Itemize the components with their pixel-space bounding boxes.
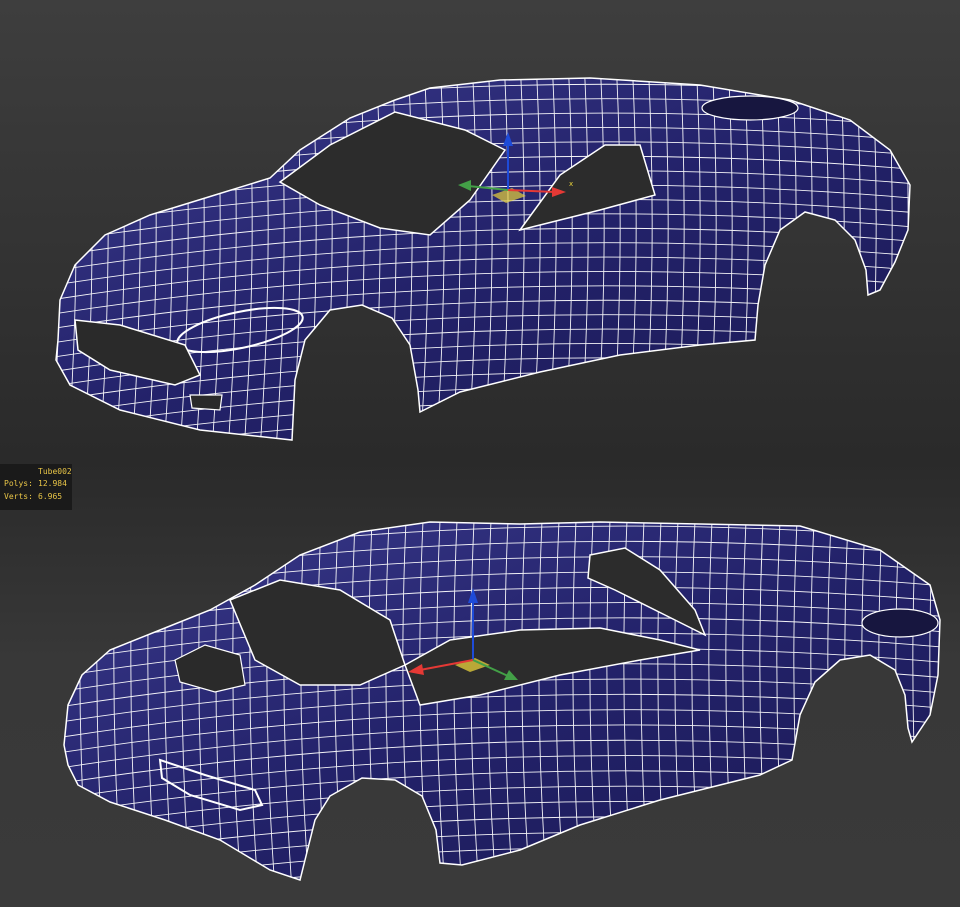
polys-value: 12.984 xyxy=(38,479,67,488)
wire-edge xyxy=(40,444,930,460)
viewport-top[interactable]: x xyxy=(0,0,960,460)
car-mesh-rear-view xyxy=(46,500,941,890)
car-mesh-top-view: x xyxy=(36,60,930,460)
wire-edge xyxy=(36,60,44,450)
object-stats-panel: Tube002 Polys: 12.984 Verts: 6.965 xyxy=(0,464,72,510)
object-name: Tube002 xyxy=(38,467,72,476)
polys-label: Polys: xyxy=(4,479,33,488)
wire-edge xyxy=(895,522,905,880)
wire-edge xyxy=(67,78,77,440)
wire-edge xyxy=(899,78,909,440)
wire-edge xyxy=(56,429,910,440)
wire-edge xyxy=(851,78,861,440)
wire-edge xyxy=(64,522,72,880)
wire-edge xyxy=(64,877,940,880)
wire-edge xyxy=(56,78,61,440)
verts-label: Verts: xyxy=(4,492,33,501)
wire-edge xyxy=(64,862,940,880)
viewport-bottom[interactable] xyxy=(0,460,960,907)
gizmo-axis-label: x xyxy=(569,180,573,188)
wire-edge xyxy=(916,60,924,450)
wire-edge xyxy=(46,500,54,890)
verts-value: 6.965 xyxy=(38,492,63,501)
